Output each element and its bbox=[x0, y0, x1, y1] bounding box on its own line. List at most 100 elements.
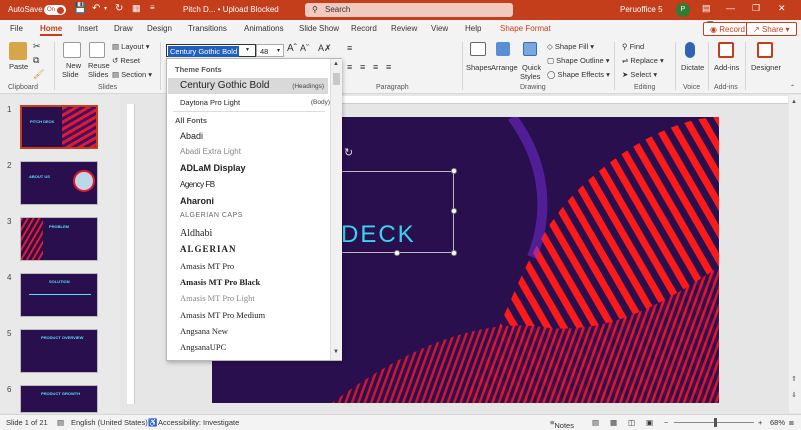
find-button[interactable]: ⚲ Find bbox=[622, 42, 644, 51]
reuse-label-2[interactable]: Slides bbox=[88, 70, 108, 79]
minimize-icon[interactable]: — bbox=[726, 3, 735, 13]
save-icon[interactable]: 💾 bbox=[74, 3, 86, 14]
slide-thumbnail[interactable]: PITCH DECK bbox=[20, 105, 98, 149]
tab-help[interactable]: Help bbox=[465, 24, 481, 33]
vertical-scrollbar[interactable]: ▲ ⇑ ⇓ bbox=[789, 95, 801, 413]
notes-button[interactable]: ≡ Notes bbox=[550, 418, 574, 430]
cut-icon[interactable]: ✂ bbox=[33, 41, 41, 52]
new-slide-icon[interactable] bbox=[63, 42, 81, 58]
ribbon-display-icon[interactable]: ▤ bbox=[702, 3, 711, 14]
slide-sorter-icon[interactable]: ▦ bbox=[610, 418, 617, 427]
accessibility-status[interactable]: Accessibility: Investigate bbox=[158, 418, 239, 427]
tab-insert[interactable]: Insert bbox=[78, 24, 98, 33]
fit-to-window-icon[interactable]: ⧈ bbox=[789, 418, 794, 428]
font-size-input[interactable]: 48 bbox=[260, 47, 268, 56]
avatar[interactable]: P bbox=[676, 3, 690, 17]
font-name-dropdown-icon[interactable]: ▾ bbox=[246, 46, 249, 53]
zoom-out-icon[interactable]: − bbox=[664, 418, 668, 427]
decrease-font-icon[interactable]: Aˇ bbox=[300, 43, 309, 53]
font-option[interactable]: Amasis MT Pro Medium bbox=[180, 310, 330, 324]
share-button[interactable]: ↗ Share ▾ bbox=[746, 22, 797, 36]
prev-slide-icon[interactable]: ⇑ bbox=[791, 375, 797, 383]
font-option[interactable]: Aharoni bbox=[180, 196, 330, 210]
scroll-up-icon[interactable]: ▲ bbox=[791, 99, 797, 105]
new-slide-label-1[interactable]: New bbox=[66, 61, 81, 70]
font-option-heading[interactable]: Century Gothic Bold (Headings) bbox=[168, 78, 328, 94]
rotate-handle-icon[interactable]: ↻ bbox=[344, 146, 353, 159]
collapse-ribbon-icon[interactable]: ⌃ bbox=[790, 84, 795, 91]
font-option[interactable]: Abadi bbox=[180, 131, 330, 145]
font-name-input[interactable]: Century Gothic Bold bbox=[168, 46, 240, 57]
font-option[interactable]: Agency FB bbox=[180, 180, 330, 194]
customize-qat-icon[interactable]: ≡ bbox=[150, 3, 155, 12]
justify-icon[interactable]: ≡ bbox=[386, 62, 391, 72]
redo-icon[interactable]: ↻ bbox=[115, 3, 123, 14]
shape-outline-button[interactable]: ▢ Shape Outline ▾ bbox=[547, 56, 610, 65]
accessibility-icon[interactable]: ♿ bbox=[148, 418, 157, 427]
tab-file[interactable]: File bbox=[10, 24, 23, 33]
new-slide-label-2[interactable]: Slide bbox=[62, 70, 79, 79]
slide-thumbnail[interactable]: ABOUT US bbox=[20, 161, 98, 205]
layout-button[interactable]: ▤ Layout ▾ bbox=[112, 42, 150, 51]
font-option[interactable]: ALGERIAN CAPS☁ bbox=[180, 212, 338, 226]
slide-title-text[interactable]: DECK bbox=[341, 221, 416, 249]
tab-transitions[interactable]: Transitions bbox=[188, 24, 227, 33]
designer-icon[interactable] bbox=[757, 42, 773, 58]
slide-thumbnail[interactable]: PRODUCT GROWTH bbox=[20, 385, 98, 413]
increase-font-icon[interactable]: Aˆ bbox=[287, 43, 297, 54]
font-list-scrollbar[interactable]: ▲ ▼ bbox=[330, 59, 342, 360]
normal-view-icon[interactable]: ▤ bbox=[592, 418, 599, 427]
font-option[interactable]: AngsanaUPC☁ bbox=[180, 342, 338, 356]
present-icon[interactable]: ▦ bbox=[132, 3, 141, 14]
restore-icon[interactable]: ❐ bbox=[752, 3, 760, 14]
spell-check-icon[interactable]: ▤ bbox=[57, 418, 64, 427]
quick-styles-label-1[interactable]: Quick bbox=[522, 63, 541, 72]
tab-animations[interactable]: Animations bbox=[244, 24, 284, 33]
copy-icon[interactable]: ⧉ bbox=[33, 55, 39, 66]
format-painter-icon[interactable]: 🖌 bbox=[33, 69, 44, 80]
next-slide-icon[interactable]: ⇓ bbox=[791, 391, 797, 399]
autosave-toggle[interactable]: On bbox=[44, 5, 66, 15]
font-option[interactable]: Abadi Extra Light☁ bbox=[180, 147, 338, 161]
shapes-icon[interactable] bbox=[470, 42, 486, 56]
section-button[interactable]: ▤ Section ▾ bbox=[112, 70, 152, 79]
search-box[interactable]: ⚲ Search bbox=[305, 3, 513, 17]
tab-design[interactable]: Design bbox=[147, 24, 172, 33]
resize-handle[interactable] bbox=[451, 250, 457, 256]
font-option[interactable]: Aldhabi☁ bbox=[180, 228, 338, 242]
add-ins-icon[interactable] bbox=[718, 42, 734, 58]
font-size-dropdown-icon[interactable]: ▾ bbox=[277, 47, 280, 54]
paste-icon[interactable] bbox=[9, 42, 27, 60]
quick-styles-label-2[interactable]: Styles bbox=[520, 72, 540, 81]
font-option[interactable]: ADLaM Display☁ bbox=[180, 163, 338, 177]
dictate-label[interactable]: Dictate bbox=[681, 63, 704, 72]
tab-view[interactable]: View bbox=[431, 24, 448, 33]
dictate-icon[interactable] bbox=[685, 42, 695, 58]
bullets-icon[interactable]: ≡ bbox=[347, 43, 352, 53]
font-size-box[interactable]: 48 ▾ bbox=[256, 44, 284, 57]
shapes-label[interactable]: Shapes bbox=[466, 63, 491, 72]
add-ins-label[interactable]: Add-ins bbox=[714, 63, 739, 72]
zoom-level[interactable]: 68% bbox=[770, 418, 785, 427]
slide-thumbnail[interactable]: PROBLEM bbox=[20, 217, 98, 261]
tab-record[interactable]: Record bbox=[351, 24, 377, 33]
reuse-label-1[interactable]: Reuse bbox=[88, 61, 110, 70]
select-button[interactable]: ➤ Select ▾ bbox=[622, 70, 657, 79]
language-status[interactable]: English (United States) bbox=[71, 418, 148, 427]
tab-home[interactable]: Home bbox=[40, 24, 63, 36]
user-name[interactable]: Peruoffice 5 bbox=[620, 5, 663, 14]
arrange-icon[interactable] bbox=[496, 42, 510, 56]
reading-view-icon[interactable]: ◫ bbox=[628, 418, 635, 427]
font-option[interactable]: Amasis MT Pro☁ bbox=[180, 261, 338, 275]
reset-button[interactable]: ↺ Reset bbox=[112, 56, 140, 65]
close-icon[interactable]: ✕ bbox=[778, 3, 786, 14]
shape-fill-button[interactable]: ◇ Shape Fill ▾ bbox=[547, 42, 594, 51]
resize-handle[interactable] bbox=[394, 250, 400, 256]
font-option-body[interactable]: Daytona Pro Light (Body) bbox=[180, 97, 330, 111]
slide-thumbnail[interactable]: SOLUTION bbox=[20, 273, 98, 317]
zoom-slider-thumb[interactable] bbox=[714, 418, 717, 427]
clear-formatting-icon[interactable]: A✗ bbox=[318, 43, 332, 54]
scroll-down-icon[interactable]: ▼ bbox=[333, 349, 339, 355]
font-option[interactable]: ALGERIAN bbox=[180, 244, 330, 258]
scrollbar-thumb[interactable] bbox=[333, 73, 340, 85]
